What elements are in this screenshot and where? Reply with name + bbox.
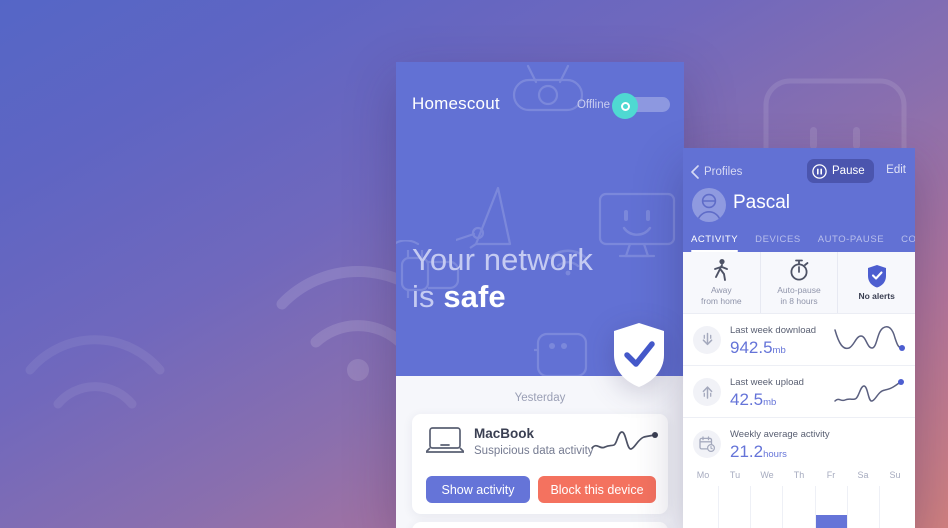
bar-chart-column[interactable] <box>878 486 911 528</box>
bar-chart-day-labels: Mo Tu We Th Fr Sa Su <box>683 470 915 486</box>
robot-camera-icon <box>512 64 584 112</box>
download-unit: mb <box>772 345 786 356</box>
edit-profile-link[interactable]: Edit <box>886 164 906 176</box>
status-away-line1: Away <box>711 285 732 296</box>
section-label-yesterday: Yesterday <box>514 392 566 404</box>
shield-check-blue-icon <box>867 264 886 288</box>
bar-chart-day-label: Th <box>793 470 805 480</box>
laptop-icon <box>426 427 464 453</box>
profile-name: Pascal <box>733 192 791 213</box>
user-avatar-icon <box>697 193 721 221</box>
walking-person-icon <box>714 259 729 282</box>
pause-label: Pause <box>832 165 865 177</box>
status-away-from-home[interactable]: Away from home <box>683 252 761 313</box>
bar-chart-day-label: Tu <box>729 470 741 480</box>
toggle-knob-icon[interactable] <box>612 93 638 119</box>
headline-line-1: Your network <box>412 242 593 277</box>
status-pause-line1: Auto-pause <box>777 285 821 296</box>
homescout-main-card: Homescout Offline Your network is safe Y… <box>396 62 684 528</box>
status-alerts-text: No alerts <box>858 291 894 302</box>
weekly-activity-bar-chart: Mo Tu We Th Fr Sa Su <box>683 470 915 528</box>
download-arrow-icon <box>693 326 721 354</box>
stat-row-upload[interactable]: Last week upload 42.5mb <box>683 366 915 418</box>
block-device-button[interactable]: Block this device <box>538 476 656 503</box>
status-alerts-line1: No alerts <box>858 290 895 301</box>
bar-chart-day-label: We <box>760 470 774 480</box>
bar-chart-column[interactable] <box>846 486 879 528</box>
weekly-average-row[interactable]: Weekly average activity 21.2hours <box>683 418 915 470</box>
network-power-toggle[interactable] <box>612 93 670 119</box>
weekly-unit: hours <box>763 449 787 460</box>
download-value: 942.5mb <box>730 338 786 358</box>
status-away-text: Away from home <box>701 285 742 307</box>
weekly-value: 21.2hours <box>730 442 787 462</box>
device-subtitle: Suspicious data activity <box>474 445 594 457</box>
bar-chart-day-label: Mo <box>696 470 710 480</box>
upload-unit: mb <box>763 397 777 408</box>
weekly-label: Weekly average activity <box>730 429 830 440</box>
smiling-monitor-icon <box>598 192 676 258</box>
bar-chart-column[interactable] <box>750 486 782 528</box>
background-wifi-small-icon <box>25 335 165 409</box>
tab-activity[interactable]: ACTIVITY <box>691 234 746 252</box>
profile-tabs: ACTIVITY DEVICES AUTO-PAUSE CONT <box>683 234 915 252</box>
calendar-glyph-icon <box>699 436 715 452</box>
app-brand-title: Homescout <box>412 94 500 113</box>
next-device-card[interactable] <box>412 522 668 528</box>
avatar[interactable] <box>692 188 726 222</box>
weekly-number: 21.2 <box>730 442 764 461</box>
upload-label: Last week upload <box>730 377 804 388</box>
sparkline-icon <box>591 431 658 450</box>
device-name: MacBook <box>474 426 535 441</box>
device-card-row: MacBook Suspicious data activity <box>412 414 668 466</box>
bar-chart-column[interactable] <box>687 486 718 528</box>
bar-chart-column[interactable] <box>782 486 814 528</box>
device-activity-card[interactable]: MacBook Suspicious data activity Show ac… <box>412 414 668 514</box>
stat-row-download[interactable]: Last week download 942.5mb <box>683 314 915 366</box>
bar-chart-day-label: Su <box>889 470 901 480</box>
chevron-left-icon <box>691 165 699 179</box>
upload-arrow-icon <box>693 378 721 406</box>
app-background: Homescout Offline Your network is safe Y… <box>0 0 948 528</box>
pause-button[interactable]: Pause <box>807 159 874 183</box>
tab-content[interactable]: CONT <box>901 234 915 252</box>
bar-chart-columns <box>683 486 915 528</box>
status-auto-pause[interactable]: Auto-pause in 8 hours <box>761 252 839 313</box>
download-number: 942.5 <box>730 338 773 357</box>
headline-line-2-prefix: is <box>412 278 444 314</box>
pause-circle-icon <box>812 163 827 179</box>
bar-chart-day-label: Fr <box>826 470 836 480</box>
profile-status-strip: Away from home Auto-pause in 8 hours No … <box>683 252 915 314</box>
back-to-profiles-link[interactable]: Profiles <box>691 165 742 179</box>
profile-panel: Profiles Pause Edit Pascal ACTIVITY DEVI… <box>683 148 915 528</box>
hero-headline: Your network is safe <box>412 242 593 315</box>
upload-number: 42.5 <box>730 390 764 409</box>
rounded-device-icon <box>534 332 588 376</box>
bar-chart-bar <box>815 514 847 528</box>
calendar-clock-icon <box>693 430 721 458</box>
headline-emphasis: safe <box>443 278 506 314</box>
tab-auto-pause[interactable]: AUTO-PAUSE <box>818 234 892 252</box>
profile-panel-header: Profiles Pause Edit Pascal ACTIVITY DEVI… <box>683 148 915 252</box>
download-label: Last week download <box>730 325 817 336</box>
status-away-line2: from home <box>701 296 742 306</box>
upload-value: 42.5mb <box>730 390 776 410</box>
bar-chart-day-label: Sa <box>857 470 869 480</box>
upload-glyph-icon <box>702 386 712 399</box>
shield-check-icon <box>614 323 664 387</box>
back-label: Profiles <box>704 166 743 178</box>
bar-chart-column[interactable] <box>718 486 750 528</box>
show-activity-button[interactable]: Show activity <box>426 476 530 503</box>
stopwatch-icon <box>790 259 809 281</box>
sparkline-icon <box>834 379 904 402</box>
status-auto-pause-text: Auto-pause in 8 hours <box>777 285 820 307</box>
status-pause-line2: in 8 hours <box>780 296 818 306</box>
tab-devices[interactable]: DEVICES <box>755 234 809 252</box>
bar-chart-column[interactable] <box>814 486 847 528</box>
connection-status-label: Offline <box>576 99 610 111</box>
sparkline-icon <box>834 326 905 351</box>
download-glyph-icon <box>702 332 712 346</box>
status-no-alerts[interactable]: No alerts <box>838 252 915 313</box>
